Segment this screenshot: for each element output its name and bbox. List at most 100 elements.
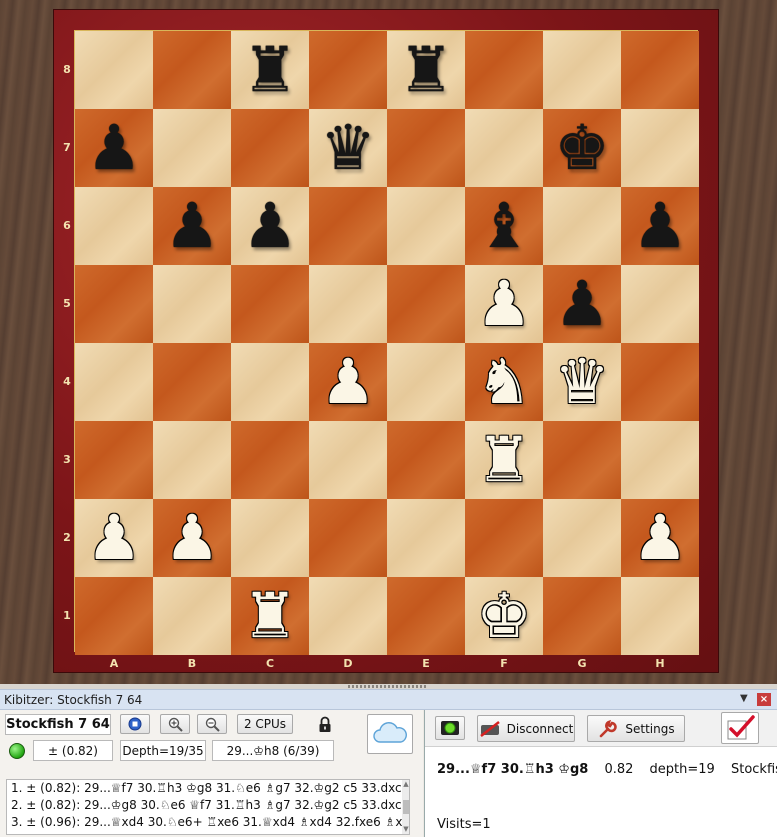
black-pawn-a7[interactable]: ♟ bbox=[86, 117, 142, 179]
square-h6[interactable]: ♟ bbox=[621, 187, 699, 265]
square-g2[interactable] bbox=[543, 499, 621, 577]
white-pawn-b2[interactable]: ♟ bbox=[164, 507, 220, 569]
square-d7[interactable]: ♛ bbox=[309, 109, 387, 187]
square-h3[interactable] bbox=[621, 421, 699, 499]
square-c6[interactable]: ♟ bbox=[231, 187, 309, 265]
square-e1[interactable] bbox=[387, 577, 465, 655]
white-pawn-a2[interactable]: ♟ bbox=[86, 507, 142, 569]
square-d4[interactable]: ♟ bbox=[309, 343, 387, 421]
chess-board[interactable]: ♜ ♜ ♟ ♛ ♚ ♟ ♟ ♝ ♟ ♟ ♟ ♟ ♞ ♛ ♜ ♟ ♟ ♟ ♜ ♚ bbox=[75, 31, 699, 655]
square-d6[interactable] bbox=[309, 187, 387, 265]
white-queen-g4[interactable]: ♛ bbox=[554, 351, 610, 413]
vertical-scrollbar[interactable]: ▲ ▼ bbox=[402, 780, 409, 834]
square-b3[interactable] bbox=[153, 421, 231, 499]
square-b8[interactable] bbox=[153, 31, 231, 109]
square-c4[interactable] bbox=[231, 343, 309, 421]
square-f7[interactable] bbox=[465, 109, 543, 187]
white-rook-f3[interactable]: ♜ bbox=[476, 429, 532, 491]
black-queen-d7[interactable]: ♛ bbox=[320, 117, 376, 179]
square-e8[interactable]: ♜ bbox=[387, 31, 465, 109]
square-b7[interactable] bbox=[153, 109, 231, 187]
square-f4[interactable]: ♞ bbox=[465, 343, 543, 421]
square-a6[interactable] bbox=[75, 187, 153, 265]
square-a4[interactable] bbox=[75, 343, 153, 421]
scrollbar-thumb[interactable] bbox=[403, 800, 409, 814]
square-c7[interactable] bbox=[231, 109, 309, 187]
square-g8[interactable] bbox=[543, 31, 621, 109]
square-c2[interactable] bbox=[231, 499, 309, 577]
square-e5[interactable] bbox=[387, 265, 465, 343]
cpus-button[interactable]: 2 CPUs bbox=[237, 714, 293, 734]
square-d3[interactable] bbox=[309, 421, 387, 499]
analysis-lines-list[interactable]: 1. ± (0.82): 29...♕f7 30.♖h3 ♔g8 31.♘e6 … bbox=[6, 779, 410, 835]
square-e3[interactable] bbox=[387, 421, 465, 499]
stop-engine-button[interactable] bbox=[120, 714, 150, 734]
square-c3[interactable] bbox=[231, 421, 309, 499]
scroll-down-icon[interactable]: ▼ bbox=[402, 825, 409, 833]
square-h8[interactable] bbox=[621, 31, 699, 109]
white-knight-f4[interactable]: ♞ bbox=[476, 351, 532, 413]
square-h2[interactable]: ♟ bbox=[621, 499, 699, 577]
dropdown-arrow-icon[interactable]: ▼ bbox=[740, 693, 748, 704]
square-g1[interactable] bbox=[543, 577, 621, 655]
square-f2[interactable] bbox=[465, 499, 543, 577]
square-f3[interactable]: ♜ bbox=[465, 421, 543, 499]
square-e6[interactable] bbox=[387, 187, 465, 265]
close-icon[interactable]: × bbox=[757, 693, 771, 706]
analysis-line[interactable]: 2. ± (0.82): 29...♔g8 30.♘e6 ♕f7 31.♖h3 … bbox=[7, 797, 409, 814]
square-g7[interactable]: ♚ bbox=[543, 109, 621, 187]
square-h4[interactable] bbox=[621, 343, 699, 421]
black-rook-c8[interactable]: ♜ bbox=[242, 39, 298, 101]
square-a3[interactable] bbox=[75, 421, 153, 499]
white-pawn-h2[interactable]: ♟ bbox=[632, 507, 688, 569]
analysis-line[interactable]: 3. ± (0.96): 29...♕xd4 30.♘e6+ ♖xe6 31.♕… bbox=[7, 814, 409, 831]
scroll-up-icon[interactable]: ▲ bbox=[402, 780, 409, 788]
square-d8[interactable] bbox=[309, 31, 387, 109]
black-king-g7[interactable]: ♚ bbox=[554, 117, 610, 179]
square-c5[interactable] bbox=[231, 265, 309, 343]
square-b2[interactable]: ♟ bbox=[153, 499, 231, 577]
square-d1[interactable] bbox=[309, 577, 387, 655]
black-pawn-g5[interactable]: ♟ bbox=[554, 273, 610, 335]
square-d5[interactable] bbox=[309, 265, 387, 343]
square-g6[interactable] bbox=[543, 187, 621, 265]
square-f1[interactable]: ♚ bbox=[465, 577, 543, 655]
square-a8[interactable] bbox=[75, 31, 153, 109]
square-d2[interactable] bbox=[309, 499, 387, 577]
disconnect-button[interactable]: Disconnect bbox=[477, 715, 575, 742]
zoom-out-button[interactable] bbox=[197, 714, 227, 734]
status-light-button[interactable] bbox=[435, 716, 465, 740]
square-f5[interactable]: ♟ bbox=[465, 265, 543, 343]
square-b4[interactable] bbox=[153, 343, 231, 421]
black-rook-e8[interactable]: ♜ bbox=[398, 39, 454, 101]
lock-button[interactable] bbox=[313, 713, 337, 735]
square-f8[interactable] bbox=[465, 31, 543, 109]
square-e4[interactable] bbox=[387, 343, 465, 421]
square-g4[interactable]: ♛ bbox=[543, 343, 621, 421]
square-g3[interactable] bbox=[543, 421, 621, 499]
white-king-f1[interactable]: ♚ bbox=[476, 585, 532, 647]
square-e7[interactable] bbox=[387, 109, 465, 187]
confirm-button[interactable] bbox=[721, 712, 759, 744]
square-a5[interactable] bbox=[75, 265, 153, 343]
square-h5[interactable] bbox=[621, 265, 699, 343]
splitter-grip[interactable] bbox=[348, 685, 428, 688]
square-g5[interactable]: ♟ bbox=[543, 265, 621, 343]
black-pawn-b6[interactable]: ♟ bbox=[164, 195, 220, 257]
cloud-button[interactable] bbox=[367, 714, 413, 754]
white-pawn-f5[interactable]: ♟ bbox=[476, 273, 532, 335]
black-bishop-f6[interactable]: ♝ bbox=[476, 195, 532, 257]
engine-name-field[interactable]: Stockfish 7 64 bbox=[5, 714, 111, 735]
square-e2[interactable] bbox=[387, 499, 465, 577]
square-a2[interactable]: ♟ bbox=[75, 499, 153, 577]
square-h7[interactable] bbox=[621, 109, 699, 187]
white-rook-c1[interactable]: ♜ bbox=[242, 585, 298, 647]
square-h1[interactable] bbox=[621, 577, 699, 655]
square-b1[interactable] bbox=[153, 577, 231, 655]
square-c1[interactable]: ♜ bbox=[231, 577, 309, 655]
white-pawn-d4[interactable]: ♟ bbox=[320, 351, 376, 413]
analysis-line[interactable]: 1. ± (0.82): 29...♕f7 30.♖h3 ♔g8 31.♘e6 … bbox=[7, 780, 409, 797]
square-a1[interactable] bbox=[75, 577, 153, 655]
square-c8[interactable]: ♜ bbox=[231, 31, 309, 109]
settings-button[interactable]: Settings bbox=[587, 715, 685, 742]
